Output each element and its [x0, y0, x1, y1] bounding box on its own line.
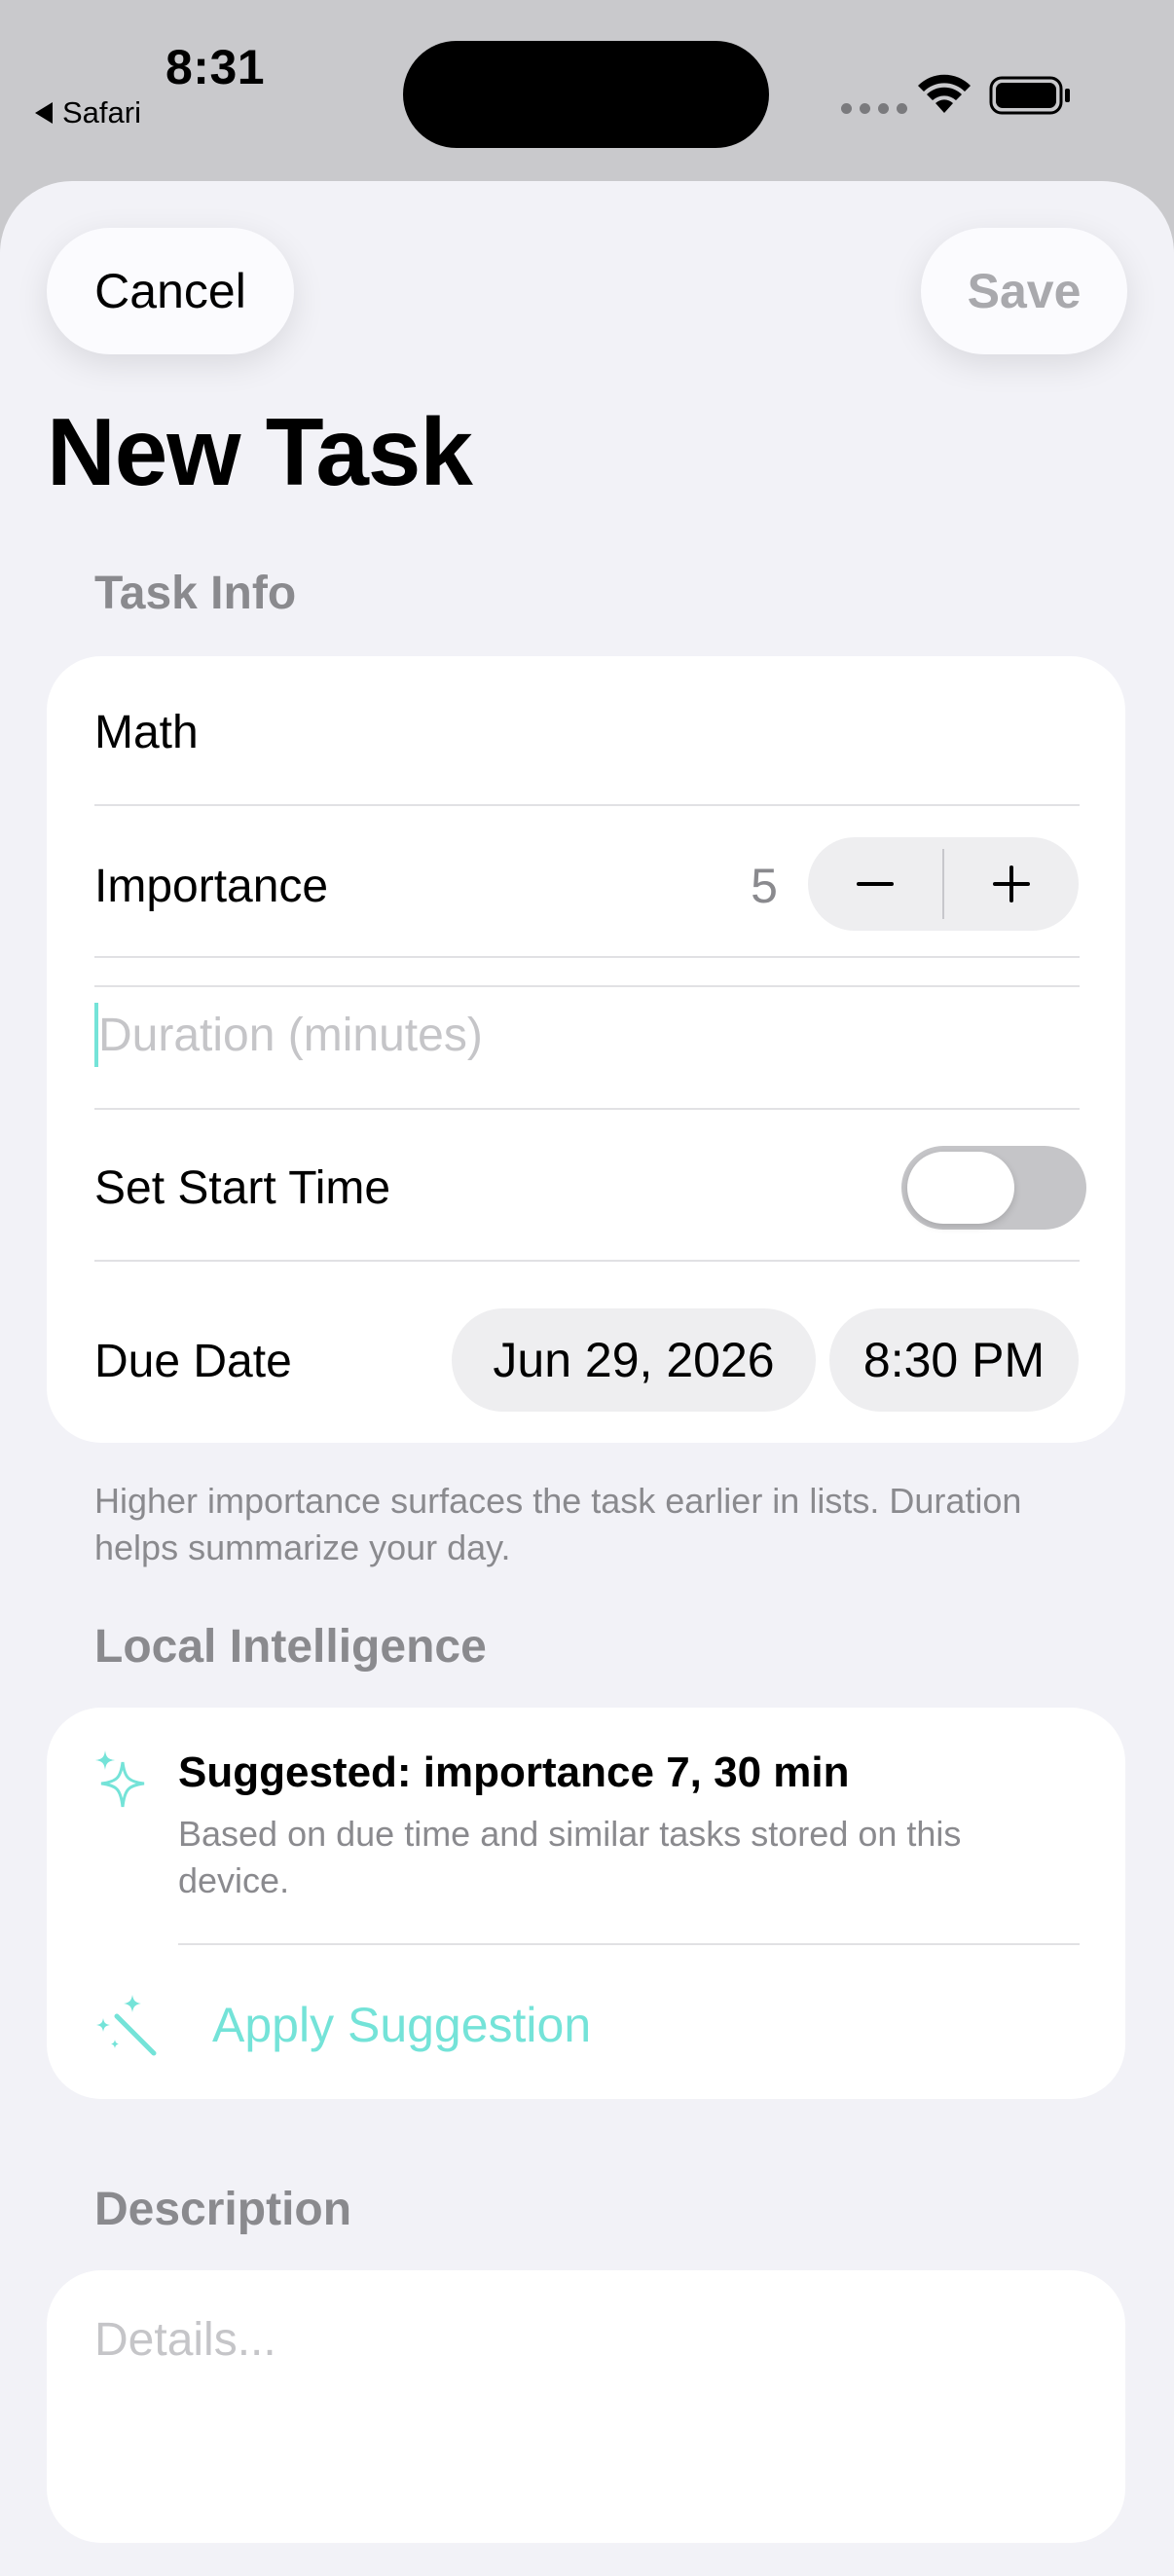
status-time: 8:31	[165, 40, 266, 94]
status-bar: 8:31 Safari	[0, 0, 1174, 181]
due-date-picker[interactable]: Jun 29, 2026	[452, 1308, 816, 1412]
dynamic-island	[403, 41, 769, 148]
divider	[94, 985, 1080, 987]
importance-stepper[interactable]	[808, 837, 1079, 931]
back-to-app-link[interactable]: Safari	[35, 95, 141, 130]
magic-wand-icon	[96, 1995, 157, 2056]
page-title: New Task	[47, 398, 473, 505]
back-app-label: Safari	[62, 95, 141, 129]
minus-icon	[857, 882, 894, 886]
description-input[interactable]: Details...	[47, 2270, 1125, 2543]
battery-icon	[989, 76, 1070, 115]
start-time-toggle[interactable]	[901, 1146, 1086, 1230]
importance-label: Importance	[94, 860, 329, 912]
toggle-knob	[907, 1152, 1014, 1224]
duration-placeholder: Duration (minutes)	[98, 1009, 483, 1061]
due-time-picker[interactable]: 8:30 PM	[829, 1308, 1079, 1412]
signal-dots-icon	[841, 103, 907, 114]
save-button[interactable]: Save	[921, 228, 1127, 354]
increment-button[interactable]	[944, 837, 1079, 931]
apply-suggestion-button[interactable]: Apply Suggestion	[93, 1990, 591, 2060]
section-header-task-info: Task Info	[94, 568, 297, 619]
back-triangle-icon	[35, 102, 53, 124]
cancel-button[interactable]: Cancel	[47, 228, 294, 354]
apply-suggestion-label: Apply Suggestion	[212, 1998, 592, 2052]
decrement-button[interactable]	[808, 837, 942, 931]
description-placeholder: Details...	[94, 2314, 276, 2366]
wifi-icon	[918, 74, 971, 113]
plus-icon	[992, 865, 1030, 902]
duration-input[interactable]: Duration (minutes)	[94, 1003, 483, 1067]
